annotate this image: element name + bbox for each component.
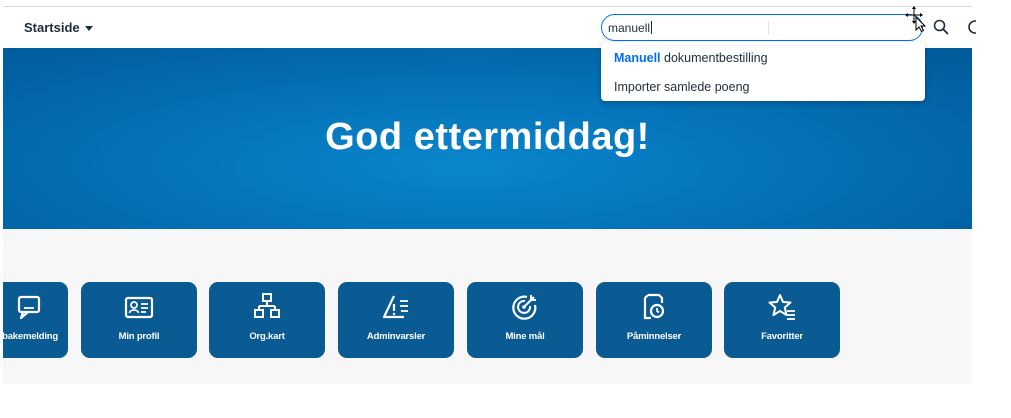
tile-label: Påminnelser [626, 331, 682, 342]
move-cursor-icon [905, 6, 927, 32]
search-icon[interactable] [933, 19, 949, 35]
search-divider [768, 21, 769, 35]
tile-my-goals[interactable]: Mine mål [467, 282, 583, 358]
tile-label: Org.kart [249, 331, 285, 342]
reminder-icon [643, 293, 665, 320]
tile-label: Favoritter [761, 331, 803, 342]
suggestion-item[interactable]: Importer samlede poeng [614, 80, 750, 94]
tile-feedback[interactable]: bakemelding [3, 282, 68, 358]
app-frame: Startside manuell Manuell dokumentbestil… [3, 6, 976, 384]
chevron-down-icon [84, 25, 93, 31]
text-cursor [651, 21, 653, 34]
tile-label: Min profil [118, 331, 160, 342]
tile-label: Adminvarsler [366, 331, 426, 342]
tile-org-chart[interactable]: Org.kart [209, 282, 325, 358]
greeting-title: God ettermiddag! [325, 116, 650, 158]
admin-alert-icon [382, 295, 408, 319]
feedback-icon [17, 295, 41, 320]
search-suggestions-list: Manuell dokumentbestilling Importer saml… [601, 42, 925, 101]
search-input-value[interactable]: manuell [608, 21, 653, 35]
tile-admin-alerts[interactable]: Adminvarsler [338, 282, 454, 358]
tile-favorites[interactable]: Favoritter [724, 282, 840, 358]
tile-reminders[interactable]: Påminnelser [596, 282, 712, 358]
help-icon[interactable] [966, 19, 976, 35]
home-menu-button[interactable]: Startside [24, 20, 93, 35]
suggestion-item[interactable]: Manuell dokumentbestilling [614, 51, 768, 65]
target-icon [512, 295, 537, 320]
profile-card-icon [124, 296, 154, 319]
favorite-star-icon [768, 294, 795, 320]
org-chart-icon [254, 293, 280, 318]
quick-links-section: bakemelding Min profil Org.kart Adminvar… [3, 229, 972, 384]
tile-label: Mine mål [505, 331, 545, 342]
tile-label: bakemelding [3, 331, 58, 342]
home-menu-label: Startside [24, 20, 80, 35]
tile-my-profile[interactable]: Min profil [81, 282, 197, 358]
search-input[interactable]: manuell [601, 14, 923, 41]
